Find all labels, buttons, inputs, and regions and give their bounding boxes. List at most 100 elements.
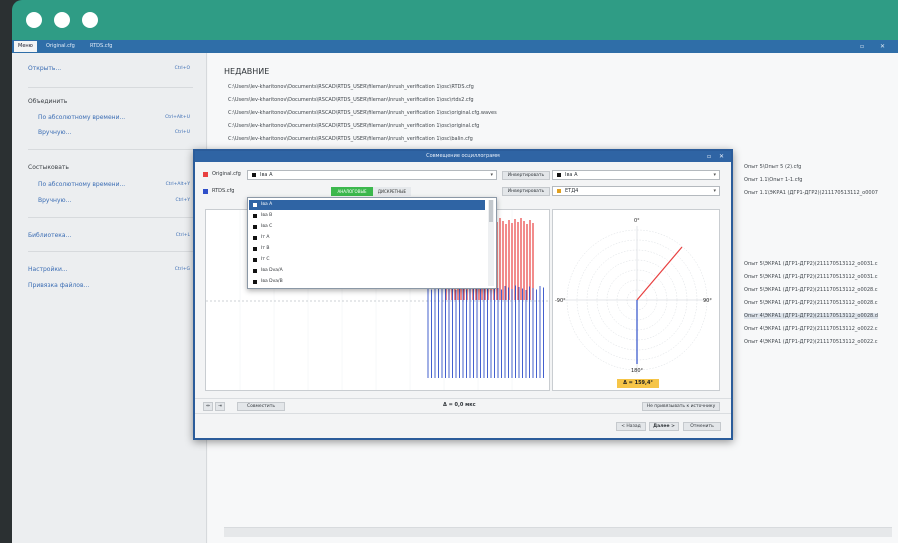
sidebar-item-merge-manual[interactable]: Вручную... xyxy=(38,129,71,136)
row2-file-label: RTDS.cfg xyxy=(212,188,235,194)
next-button[interactable]: Далее > xyxy=(649,422,679,431)
recent-file-item[interactable]: C:\Users\lev-kharitonov\Documents\RSCAD\… xyxy=(228,136,473,142)
recent-file-item[interactable]: Опыт 5\ЭКРА1 (ДГР1-ДГР2)(211170513112_о0… xyxy=(744,274,878,280)
recent-file-item[interactable]: C:\Users\lev-kharitonov\Documents\RSCAD\… xyxy=(228,110,497,116)
sidebar-item-file-binding[interactable]: Привязка файлов... xyxy=(28,282,89,289)
sidebar-item-dock-manual[interactable]: Вручную... xyxy=(38,197,71,204)
option-label: Iт B xyxy=(261,246,270,251)
option-label: Iва C xyxy=(261,224,273,229)
polar-label-right: 90° xyxy=(703,298,712,304)
dropdown-scrollbar[interactable] xyxy=(488,200,494,286)
sidebar-item-merge-abs[interactable]: По абсолютному времени... xyxy=(38,114,125,121)
polar-label-top: 0° xyxy=(634,218,640,224)
zoom-reset-icon[interactable]: ⇥ xyxy=(215,402,225,411)
recent-file-item[interactable]: Опыт 1.1\Опыт 1-1.cfg xyxy=(744,177,802,183)
polar-label-bottom: 180° xyxy=(631,368,644,374)
recent-file-item[interactable]: Опыт 4\ЭКРА1 (ДГР1-ДГР2)(211170513112_о0… xyxy=(744,339,878,345)
recent-file-item[interactable]: Опыт 5\ЭКРА1 (ДГР1-ДГР2)(211170513112_о0… xyxy=(744,300,878,306)
shortcut-settings: Ctrl+G xyxy=(174,267,190,272)
sidebar-item-dock-abs[interactable]: По абсолютному времени... xyxy=(38,181,125,188)
channel-color-icon xyxy=(253,258,257,262)
chart-toolbar: ⇔ ⇥ Совместить Δ = 0,0 мкс Не привязыват… xyxy=(195,398,731,412)
close-icon[interactable]: ✕ xyxy=(880,41,885,52)
sidebar-heading-dock: Состыковать xyxy=(28,164,69,171)
chevron-down-icon: ▾ xyxy=(490,172,493,178)
dialog-footer: < Назад Далее > Отменить xyxy=(195,413,731,438)
dropdown-option[interactable]: Iва B xyxy=(249,211,485,221)
sidebar-heading-merge: Объединить xyxy=(28,98,68,105)
analog-toggle[interactable]: АНАЛОГОВЫЕ xyxy=(331,187,373,196)
shortcut-dock-abs: Ctrl+Alt+Y xyxy=(165,182,190,187)
channel-color-icon xyxy=(253,225,257,229)
dropdown-option[interactable]: Iт A xyxy=(249,233,485,243)
divider xyxy=(28,217,193,218)
dialog-maximize-icon[interactable]: ▫ xyxy=(707,151,711,162)
sidebar-item-library[interactable]: Библиотека... xyxy=(28,232,71,239)
close-dot-icon[interactable] xyxy=(26,12,42,28)
dropdown-option[interactable]: Iва Dva/B xyxy=(249,277,485,287)
tab-bar: Меню Original.cfg RTDS.cfg ▫ ✕ xyxy=(12,40,898,53)
row1-file-label: Original.cfg xyxy=(212,171,241,177)
option-label: Iва B xyxy=(261,213,273,218)
polar-label-left: -90° xyxy=(555,298,566,304)
shortcut-open: Ctrl+O xyxy=(174,66,190,71)
recent-file-item[interactable]: Опыт 1.1\ЭКРА1 (ДГР1-ДГР2)(211170513112_… xyxy=(744,190,878,196)
channel-color-icon xyxy=(252,173,256,177)
sidebar: Открыть... Ctrl+O Объединить По абсолютн… xyxy=(12,53,207,543)
sidebar-item-settings[interactable]: Настройки... xyxy=(28,266,68,273)
option-label: Iва A xyxy=(261,202,273,207)
recent-file-item[interactable]: Опыт 5\Опыт 5 (2).cfg xyxy=(744,164,801,170)
angle-badge: Δ = 159,4° xyxy=(617,379,659,388)
tab-original[interactable]: Original.cfg xyxy=(42,41,79,52)
channel-select[interactable]: Iва A ▾ xyxy=(247,170,497,180)
channel-color-icon xyxy=(253,247,257,251)
horizontal-scrollbar[interactable] xyxy=(224,527,892,537)
polar-svg: 0° -90° 90° 180° xyxy=(555,218,712,374)
recent-file-item[interactable]: Опыт 4\ЭКРА1 (ДГР1-ДГР2)(211170513112_о0… xyxy=(744,313,878,319)
dropdown-option[interactable]: Iва A xyxy=(249,200,485,210)
recent-file-item[interactable]: C:\Users\lev-kharitonov\Documents\RSCAD\… xyxy=(228,84,474,90)
dropdown-scroll-thumb[interactable] xyxy=(489,200,493,222)
dropdown-option[interactable]: Iт B xyxy=(249,244,485,254)
combine-button[interactable]: Совместить xyxy=(237,402,285,411)
dialog-title: Совмещение осциллограмм xyxy=(195,151,731,162)
maximize-dot-icon[interactable] xyxy=(82,12,98,28)
dropdown-option[interactable]: Iва C xyxy=(249,222,485,232)
dropdown-option[interactable]: Iт C xyxy=(249,255,485,265)
back-button[interactable]: < Назад xyxy=(616,422,646,431)
invert-button-1[interactable]: Инвертировать xyxy=(502,171,550,180)
option-label: Iт A xyxy=(261,235,270,240)
invert-button-2[interactable]: Инвертировать xyxy=(502,187,550,196)
recent-file-item[interactable]: Опыт 5\ЭКРА1 (ДГР1-ДГР2)(211170513112_о0… xyxy=(744,287,878,293)
zoom-fit-icon[interactable]: ⇔ xyxy=(203,402,213,411)
divider xyxy=(28,251,193,252)
recent-file-item[interactable]: C:\Users\lev-kharitonov\Documents\RSCAD\… xyxy=(228,123,479,129)
no-bind-button[interactable]: Не привязывать к источнику xyxy=(642,402,720,411)
restore-icon[interactable]: ▫ xyxy=(860,41,864,52)
channel-dropdown-list: Iва A Iва B Iва C Iт A Iт B Iт C Iва Dva… xyxy=(247,197,497,289)
chevron-down-icon: ▾ xyxy=(713,172,716,178)
sidebar-item-open[interactable]: Открыть... xyxy=(28,65,61,72)
dialog-close-icon[interactable]: ✕ xyxy=(719,151,724,162)
series1-color-icon xyxy=(203,172,208,177)
discrete-toggle[interactable]: ДИСКРЕТНЫЕ xyxy=(373,187,411,196)
right-select-value-2: ЕТД4 xyxy=(565,188,579,194)
combine-dialog: Совмещение осциллограмм ▫ ✕ Original.cfg… xyxy=(193,149,733,440)
channel-color-icon xyxy=(253,269,257,273)
recent-file-item[interactable]: Опыт 5\ЭКРА1 (ДГР1-ДГР2)(211170513112_о0… xyxy=(744,261,878,267)
dropdown-option[interactable]: Iва Dva/A xyxy=(249,266,485,276)
recent-file-item[interactable]: Опыт 4\ЭКРА1 (ДГР1-ДГР2)(211170513112_о0… xyxy=(744,326,878,332)
channel-color-icon xyxy=(253,214,257,218)
tab-rtds[interactable]: RTDS.cfg xyxy=(86,41,116,52)
channel-color-icon xyxy=(253,280,257,284)
tab-menu[interactable]: Меню xyxy=(14,41,37,52)
right-channel-select-2[interactable]: ЕТД4 ▾ xyxy=(552,186,720,196)
chevron-down-icon: ▾ xyxy=(713,188,716,194)
right-channel-select-1[interactable]: Iва A ▾ xyxy=(552,170,720,180)
recent-file-item[interactable]: C:\Users\lev-kharitonov\Documents\RSCAD\… xyxy=(228,97,474,103)
cancel-button[interactable]: Отменить xyxy=(683,422,721,431)
option-label: Iва Dva/A xyxy=(261,268,283,273)
shortcut-dock-manual: Ctrl+Y xyxy=(175,198,190,203)
minimize-dot-icon[interactable] xyxy=(54,12,70,28)
channel-color-icon xyxy=(253,203,257,207)
